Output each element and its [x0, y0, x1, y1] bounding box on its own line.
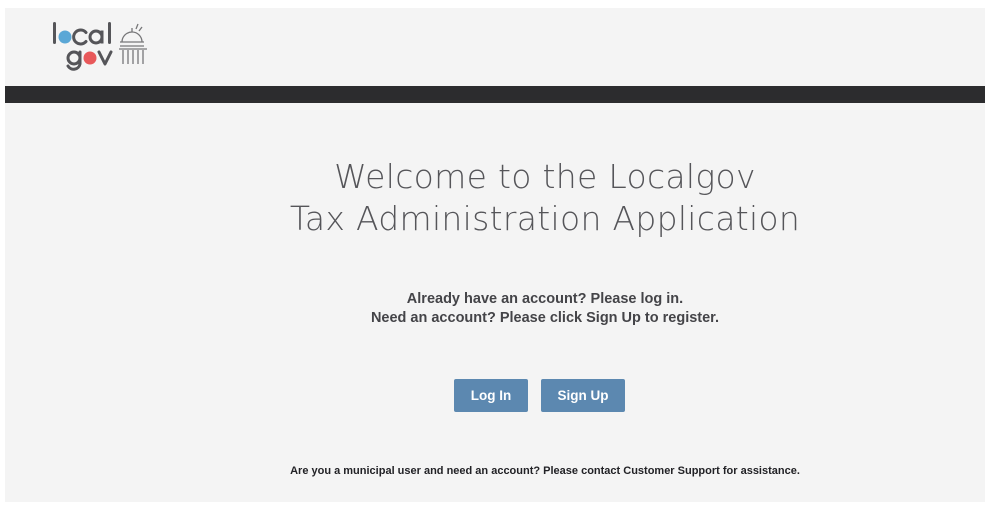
- login-instruction: Already have an account? Please log in.: [406, 291, 684, 307]
- nav-bar: [5, 86, 985, 103]
- account-instructions: Already have an account? Please log in. …: [5, 290, 985, 328]
- login-button[interactable]: Log In: [454, 379, 528, 412]
- capitol-icon: [119, 23, 147, 64]
- signup-button[interactable]: Sign Up: [541, 379, 625, 412]
- page-frame: Welcome to the Localgov Tax Administrati…: [5, 8, 985, 502]
- localgov-logo[interactable]: [49, 18, 179, 76]
- site-header: [5, 8, 985, 86]
- signup-instruction: Need an account? Please click Sign Up to…: [370, 310, 720, 326]
- welcome-title-line2: Tax Administration Application: [289, 199, 801, 238]
- welcome-heading: Welcome to the Localgov Tax Administrati…: [5, 156, 985, 240]
- municipal-user-note: Are you a municipal user and need an acc…: [290, 465, 800, 477]
- welcome-title-line1: Welcome to the Localgov: [334, 157, 756, 196]
